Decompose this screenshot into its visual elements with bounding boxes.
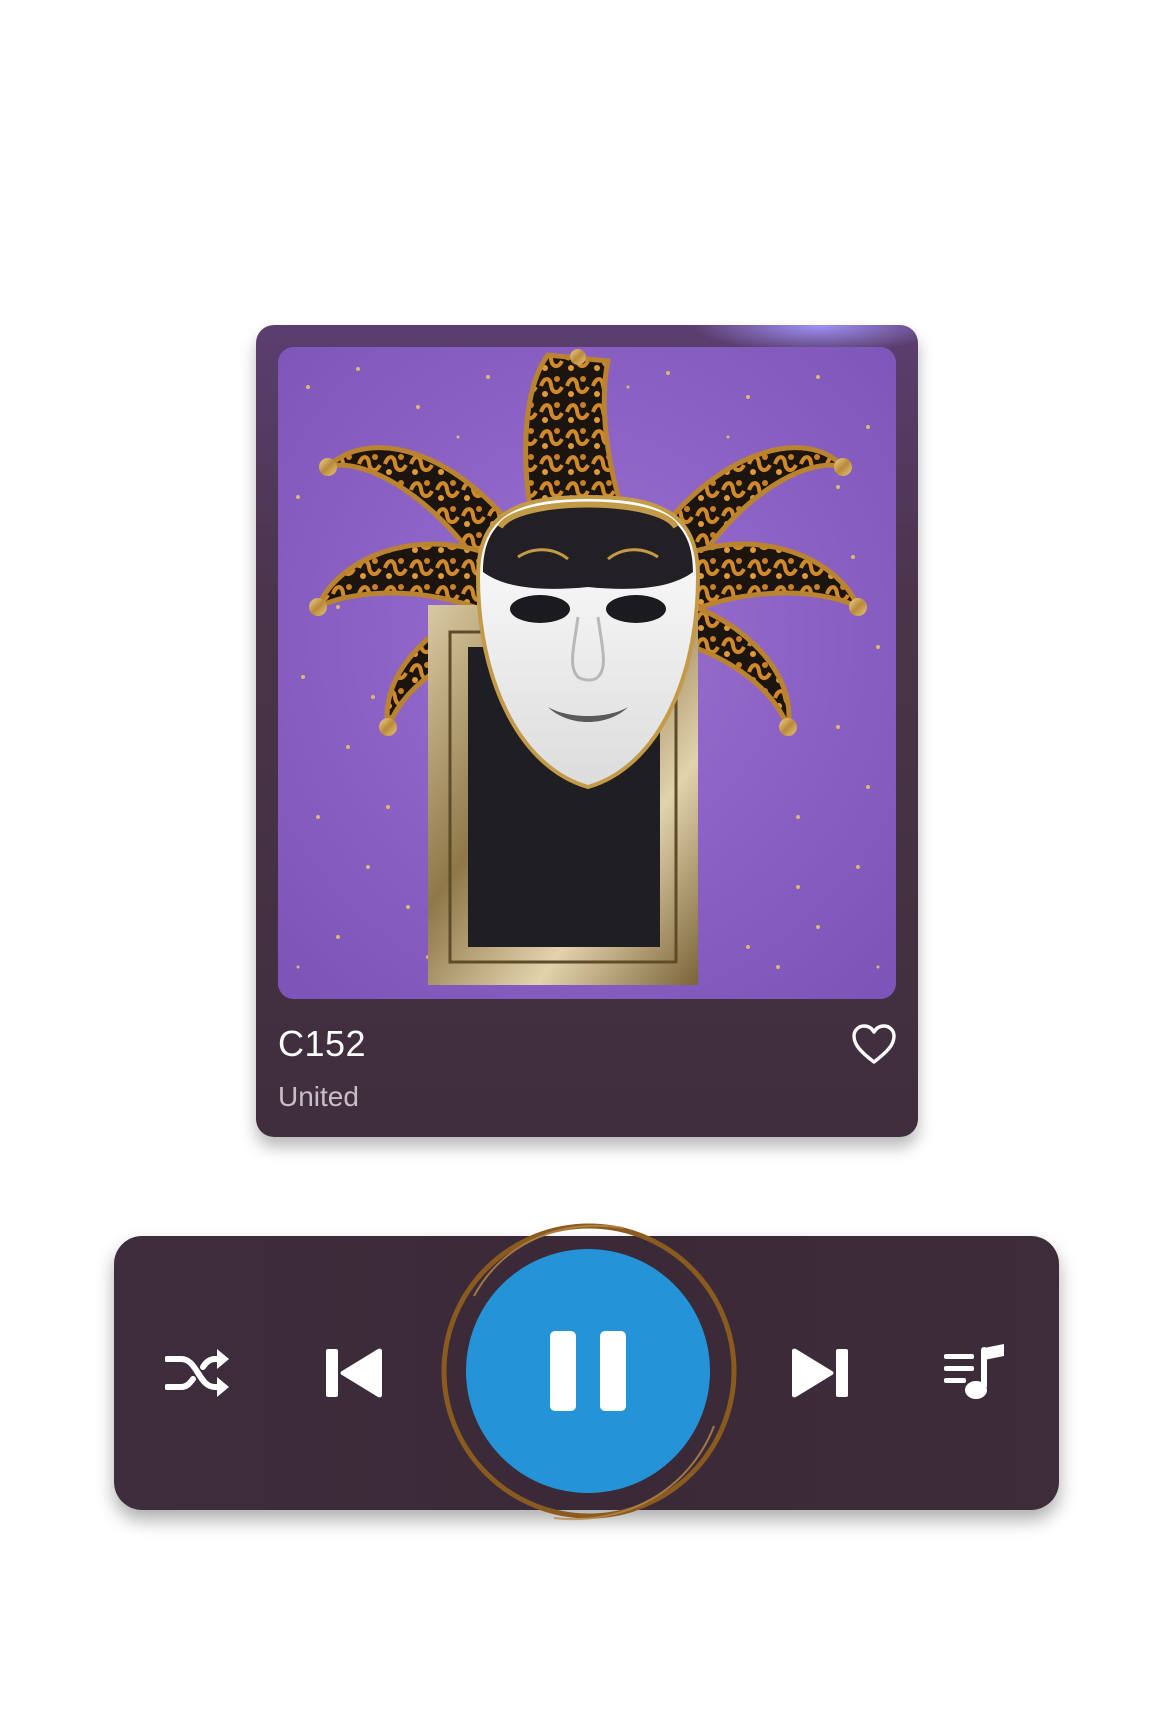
skip-next-icon	[792, 1348, 848, 1398]
previous-button[interactable]	[314, 1333, 394, 1413]
album-artwork	[278, 347, 896, 999]
heart-outline-icon	[852, 1024, 896, 1064]
shuffle-icon	[165, 1349, 229, 1397]
pause-icon-bar-left	[550, 1331, 576, 1411]
skip-previous-icon	[326, 1348, 382, 1398]
song-artist: United	[278, 1081, 359, 1112]
pause-button[interactable]	[466, 1249, 710, 1493]
next-button[interactable]	[780, 1333, 860, 1413]
now-playing-card: C152 United	[256, 325, 918, 1137]
pause-icon-bar-right	[600, 1331, 626, 1411]
shuffle-button[interactable]	[158, 1333, 238, 1413]
song-title: C152	[278, 1023, 367, 1064]
like-button[interactable]	[850, 1020, 898, 1068]
playback-controls	[114, 1223, 1059, 1521]
queue-button[interactable]	[935, 1333, 1015, 1413]
queue-music-icon	[944, 1344, 1004, 1399]
jester-mask-artwork	[278, 347, 896, 999]
